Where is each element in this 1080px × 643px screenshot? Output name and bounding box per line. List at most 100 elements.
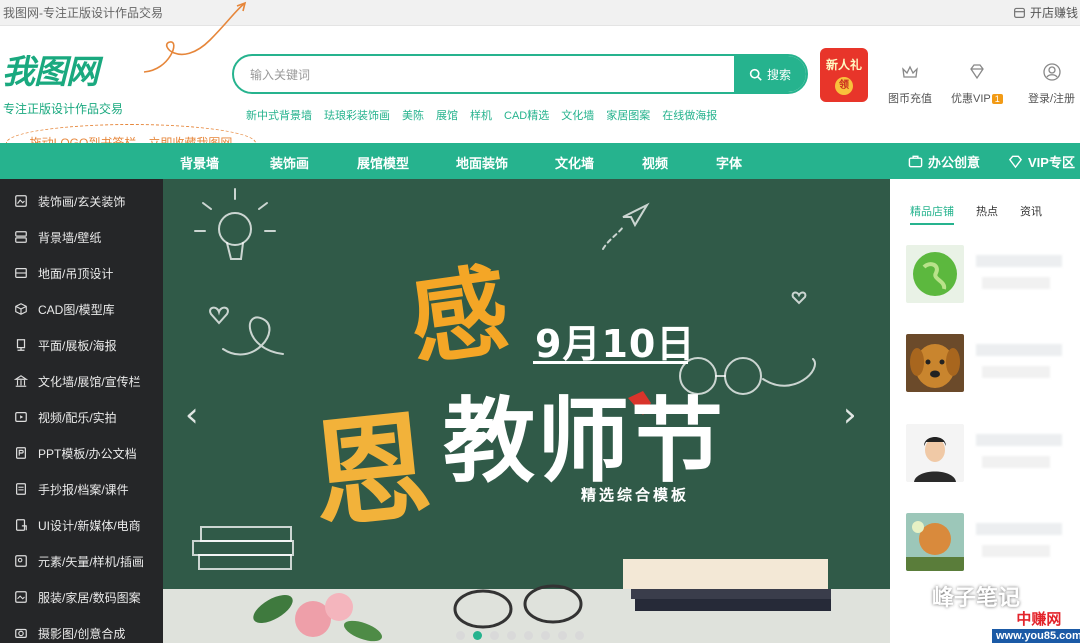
shop-item[interactable] bbox=[906, 513, 1070, 573]
vip-label: 优惠VIP bbox=[951, 93, 991, 105]
sidebar-category[interactable]: 手抄报/档案/课件 bbox=[0, 471, 163, 507]
sidebar-category-label: 装饰画/玄关装饰 bbox=[38, 194, 126, 209]
gift-seal: 领 bbox=[835, 77, 853, 95]
new-user-gift[interactable]: 新人礼 领 bbox=[820, 48, 868, 102]
shop-item[interactable] bbox=[906, 424, 1070, 484]
banner-title: 教师节 bbox=[443, 388, 726, 495]
sidebar-category[interactable]: 元素/矢量/样机/插画 bbox=[0, 543, 163, 579]
banner-dot[interactable] bbox=[456, 631, 465, 640]
user-icon bbox=[1042, 63, 1061, 81]
sidebar-category-label: 地面/吊顶设计 bbox=[38, 266, 114, 281]
sidebar-category-label: 摄影图/创意合成 bbox=[38, 626, 126, 641]
picture-icon bbox=[15, 195, 27, 207]
banner-date: 9月10日 bbox=[535, 322, 696, 366]
nav-office[interactable]: 办公创意 bbox=[908, 152, 980, 171]
dog-thumb bbox=[906, 334, 964, 392]
site-logo[interactable]: 我图网 bbox=[2, 52, 99, 92]
browser-tab-title[interactable]: 我图网-专注正版设计作品交易 bbox=[3, 4, 163, 21]
nav-item[interactable]: 字体 bbox=[716, 153, 742, 172]
shop-link[interactable]: 开店赚钱 bbox=[1013, 4, 1078, 21]
banner-dot[interactable] bbox=[575, 631, 584, 640]
ppt-icon bbox=[16, 447, 26, 459]
main-nav: 背景墙 装饰画 展馆模型 地面装饰 文化墙 视频 字体 办公创意 VIP专区 bbox=[0, 143, 1080, 179]
search-button[interactable]: 搜索 bbox=[734, 56, 806, 92]
sidebar-category[interactable]: 装饰画/玄关装饰 bbox=[0, 183, 163, 219]
tab-hot[interactable]: 热点 bbox=[976, 203, 998, 225]
sidebar-category[interactable]: 背景墙/壁纸 bbox=[0, 219, 163, 255]
sidebar-category[interactable]: 视频/配乐/实拍 bbox=[0, 399, 163, 435]
site-watermark-name: 中赚网 bbox=[1016, 611, 1062, 628]
wechat-icon bbox=[900, 586, 925, 606]
recharge-link[interactable]: 图币充值 bbox=[888, 62, 932, 106]
site-slogan: 专注正版设计作品交易 bbox=[3, 102, 124, 116]
banner-dot[interactable] bbox=[541, 631, 550, 640]
hot-word[interactable]: 在线做海报 bbox=[662, 107, 717, 123]
diamond-icon bbox=[1008, 155, 1023, 169]
banner-dot[interactable] bbox=[507, 631, 516, 640]
globe-thumb bbox=[906, 245, 964, 303]
sidebar-category[interactable]: 摄影图/创意合成 bbox=[0, 615, 163, 643]
hot-word[interactable]: 新中式背景墙 bbox=[246, 107, 312, 123]
banner-dot[interactable] bbox=[558, 631, 567, 640]
nav-item[interactable]: 文化墙 bbox=[555, 153, 594, 172]
shop-name-blurred bbox=[976, 523, 1062, 535]
hero-banner[interactable]: 感 恩 9月10日 教师节 精选综合模板 ‹ › bbox=[163, 179, 890, 643]
hot-word[interactable]: 文化墙 bbox=[561, 107, 594, 123]
sidebar-category[interactable]: UI设计/新媒体/电商 bbox=[0, 507, 163, 543]
shop-item[interactable] bbox=[906, 245, 1070, 305]
nav-item[interactable]: 视频 bbox=[642, 153, 668, 172]
hot-word[interactable]: 珐琅彩装饰画 bbox=[324, 107, 390, 123]
shop-meta-blurred bbox=[982, 545, 1050, 557]
shop-item[interactable] bbox=[906, 334, 1070, 394]
tab-featured-shops[interactable]: 精品店铺 bbox=[910, 203, 954, 225]
banner-dot[interactable] bbox=[490, 631, 499, 640]
site-watermark: 中赚网 www.you85.com bbox=[992, 608, 1080, 643]
nav-vip-zone[interactable]: VIP专区 bbox=[1008, 152, 1075, 171]
hot-words: 新中式背景墙 珐琅彩装饰画 美陈 展馆 样机 CAD精选 文化墙 家居图案 在线… bbox=[246, 107, 717, 123]
shop-meta-blurred bbox=[982, 366, 1050, 378]
banner-pagination bbox=[456, 631, 584, 640]
site-watermark-url: www.you85.com bbox=[992, 629, 1080, 643]
gift-label: 新人礼 bbox=[825, 58, 862, 72]
nav-item[interactable]: 装饰画 bbox=[270, 153, 309, 172]
sidebar-category[interactable]: 文化墙/展馆/宣传栏 bbox=[0, 363, 163, 399]
nav-item[interactable]: 背景墙 bbox=[180, 153, 219, 172]
vip-link[interactable]: 优惠VIP 1 bbox=[951, 62, 1003, 106]
hot-word[interactable]: 家居图案 bbox=[606, 107, 650, 123]
sidebar-category-label: 平面/展板/海报 bbox=[38, 338, 117, 353]
sidebar-category[interactable]: 服装/家居/数码图案 bbox=[0, 579, 163, 615]
banner-dot[interactable] bbox=[473, 631, 482, 640]
banner-next-button[interactable]: › bbox=[843, 395, 857, 435]
nav-item[interactable]: 地面装饰 bbox=[456, 153, 508, 172]
banner-char-gan: 感 bbox=[402, 252, 516, 381]
sidebar-category[interactable]: CAD图/模型库 bbox=[0, 291, 163, 327]
panel-tabs: 精品店铺 热点 资讯 bbox=[910, 203, 1042, 225]
poster-icon bbox=[16, 339, 26, 351]
ui-icon bbox=[16, 519, 27, 531]
video-icon bbox=[15, 412, 27, 422]
shop-meta-blurred bbox=[982, 456, 1050, 468]
tab-news[interactable]: 资讯 bbox=[1020, 203, 1042, 225]
briefcase-icon bbox=[908, 155, 923, 168]
sidebar-category-label: 服装/家居/数码图案 bbox=[38, 590, 141, 605]
crown-icon bbox=[902, 65, 918, 78]
hot-word[interactable]: 展馆 bbox=[436, 107, 458, 123]
login-link[interactable]: 登录/注册 bbox=[1028, 62, 1075, 106]
sidebar-category-label: CAD图/模型库 bbox=[38, 302, 115, 317]
sidebar-category[interactable]: 平面/展板/海报 bbox=[0, 327, 163, 363]
sidebar-category[interactable]: 地面/吊顶设计 bbox=[0, 255, 163, 291]
banner-prev-button[interactable]: ‹ bbox=[185, 395, 199, 435]
search-input[interactable] bbox=[250, 64, 730, 86]
banner-char-en: 恩 bbox=[305, 395, 438, 546]
hot-word[interactable]: CAD精选 bbox=[504, 107, 549, 123]
banner-dot[interactable] bbox=[524, 631, 533, 640]
sidebar-category-label: 文化墙/展馆/宣传栏 bbox=[38, 374, 141, 389]
sidebar-category[interactable]: PPT模板/办公文档 bbox=[0, 435, 163, 471]
search-bar: 搜索 bbox=[232, 54, 808, 94]
shop-link-label: 开店赚钱 bbox=[1029, 6, 1078, 20]
nav-item[interactable]: 展馆模型 bbox=[357, 153, 409, 172]
hot-word[interactable]: 样机 bbox=[470, 107, 492, 123]
hot-word[interactable]: 美陈 bbox=[402, 107, 424, 123]
sidebar-category-label: 元素/矢量/样机/插画 bbox=[38, 554, 145, 569]
shop-name-blurred bbox=[976, 255, 1062, 267]
